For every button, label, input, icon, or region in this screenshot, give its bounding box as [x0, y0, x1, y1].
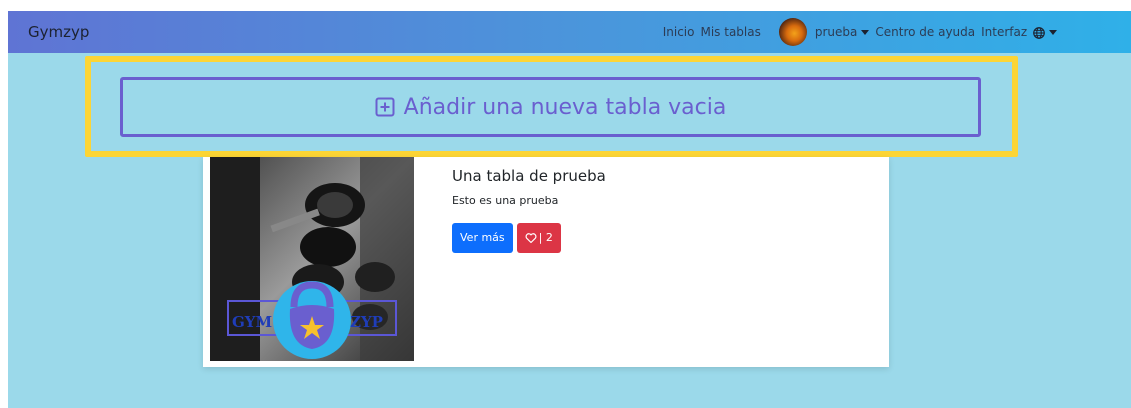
logo-text-left: GYM [232, 313, 272, 331]
card-title: Una tabla de prueba [452, 167, 606, 185]
globe-icon [1033, 26, 1045, 39]
like-button[interactable]: | 2 [516, 223, 561, 253]
highlight-inner: Añadir una nueva tabla vacia [91, 62, 1012, 151]
user-menu[interactable]: prueba [815, 25, 870, 39]
avatar[interactable] [778, 18, 807, 46]
chevron-down-icon [861, 30, 870, 35]
card-actions: Ver más | 2 [452, 223, 872, 253]
logo-text-right: ZYP [350, 313, 383, 331]
gym-photo: GYM ZYP [210, 157, 414, 361]
plus-square-icon [375, 97, 395, 117]
nav-link-centro-de-ayuda[interactable]: Centro de ayuda [875, 25, 975, 39]
interface-label: Interfaz [981, 25, 1028, 39]
table-card: GYM ZYP Una tabla de prueba Esto es una … [203, 157, 889, 367]
like-count: | 2 [538, 231, 553, 244]
card-body: Una tabla de prueba Esto es una prueba V… [452, 167, 872, 253]
highlight-frame: Añadir una nueva tabla vacia [85, 56, 1018, 157]
app-root: Gymzyp Inicio Mis tablas prueba Centro d… [8, 11, 1131, 408]
navbar: Gymzyp Inicio Mis tablas prueba Centro d… [8, 11, 1131, 53]
add-table-label: Añadir una nueva tabla vacia [403, 94, 727, 120]
nav-link-inicio[interactable]: Inicio [663, 25, 695, 39]
table-image[interactable]: GYM ZYP [210, 157, 414, 361]
heart-icon [525, 233, 537, 244]
nav-link-mis-tablas[interactable]: Mis tablas [700, 25, 760, 39]
view-more-button[interactable]: Ver más [452, 223, 513, 253]
add-table-button[interactable]: Añadir una nueva tabla vacia [120, 77, 981, 137]
brand-logo[interactable]: Gymzyp [28, 23, 89, 41]
interface-menu[interactable]: Interfaz [981, 25, 1057, 39]
user-name: prueba [814, 25, 858, 39]
card-description: Esto es una prueba [452, 194, 559, 207]
nav-links: Inicio Mis tablas prueba Centro de ayuda… [663, 11, 1057, 53]
chevron-down-icon [1049, 30, 1057, 35]
